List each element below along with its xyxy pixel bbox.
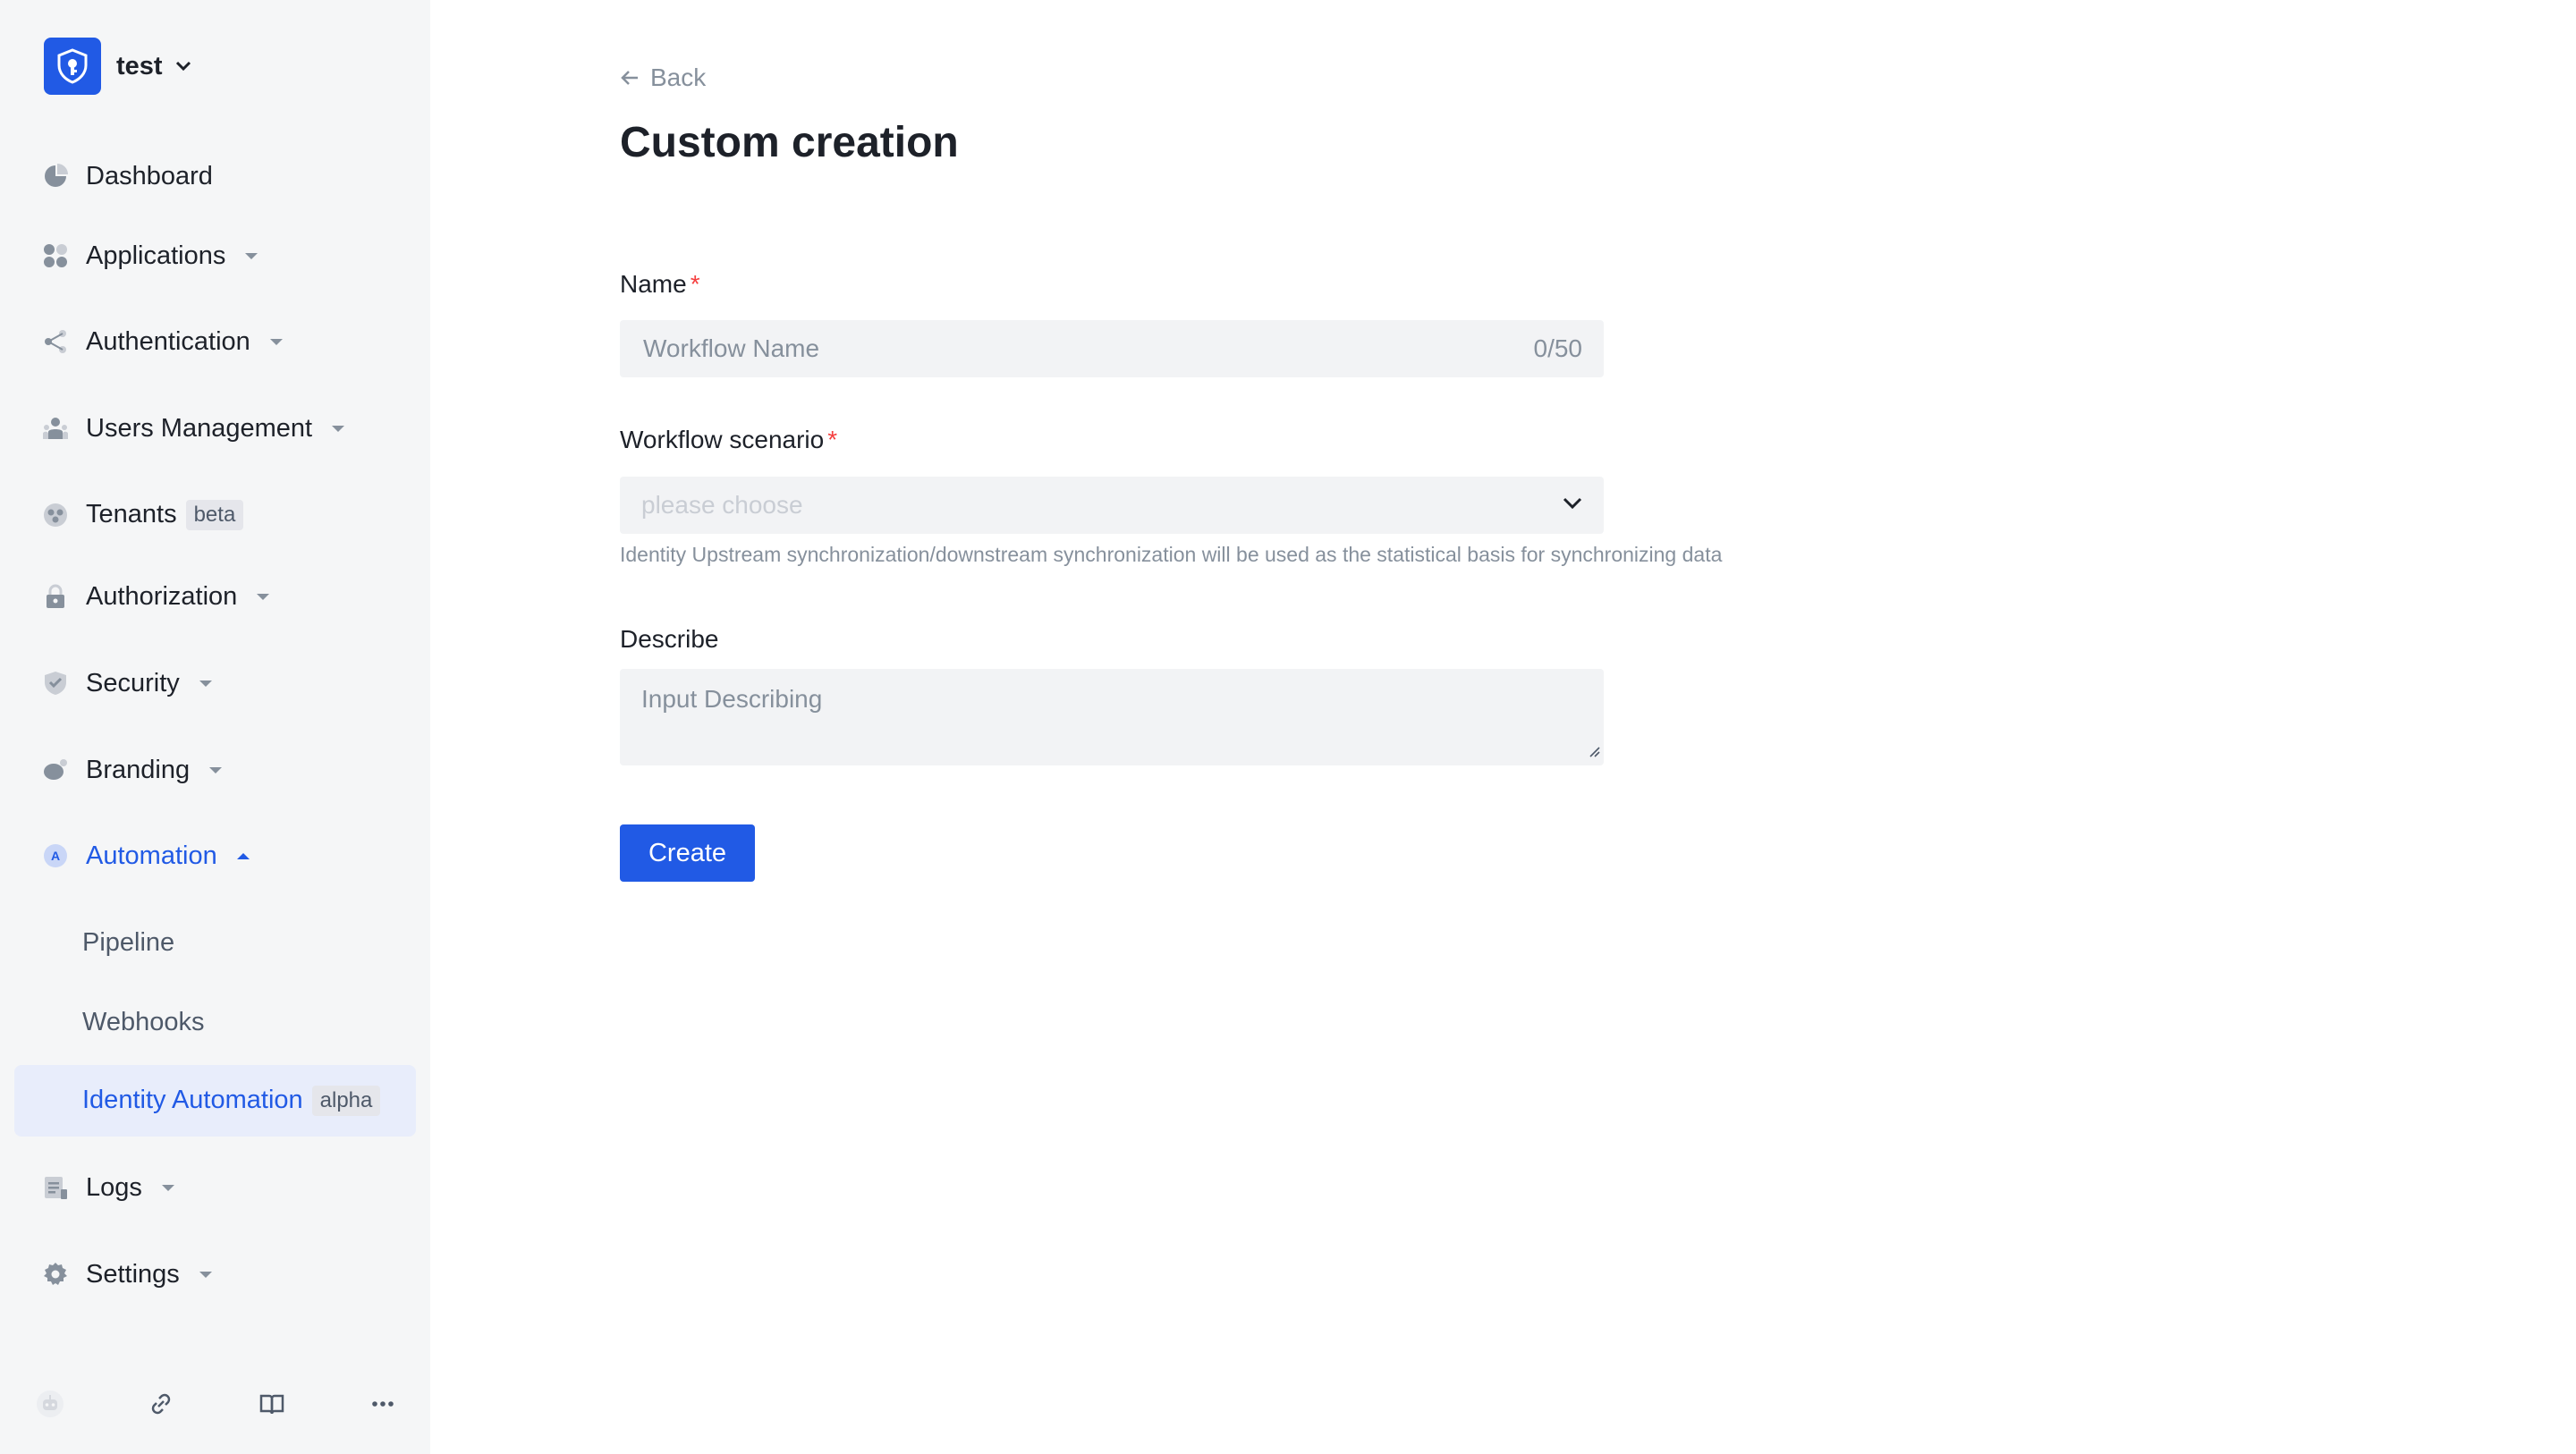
required-mark: * [690, 270, 700, 298]
sidebar-item-label: Pipeline [82, 927, 175, 957]
sidebar-item-label: Authentication [86, 326, 250, 356]
sidebar-item-label: Dashboard [86, 161, 213, 190]
sidebar-item-settings[interactable]: Settings [14, 1238, 416, 1310]
caret-down-icon [161, 1185, 174, 1192]
org-switcher[interactable]: test [44, 38, 191, 95]
scenario-label: Workflow scenario * [620, 426, 837, 454]
alpha-badge: alpha [311, 1086, 381, 1117]
lock-icon [42, 583, 69, 610]
scenario-select[interactable]: please choose [620, 477, 1604, 534]
caret-down-icon [209, 767, 223, 774]
svg-text:A: A [51, 849, 60, 863]
sidebar-item-label: Automation [86, 841, 217, 870]
sidebar-item-label: Tenants [86, 499, 177, 528]
required-mark: * [827, 426, 838, 453]
sidebar-item-label: Users Management [86, 413, 313, 443]
name-char-counter: 0/50 [1533, 334, 1583, 362]
caret-down-icon [199, 1272, 212, 1279]
name-field[interactable]: 0/50 [620, 320, 1604, 377]
sidebar-item-label: Applications [86, 241, 226, 270]
sidebar-item-label: Settings [86, 1259, 180, 1289]
book-icon[interactable] [245, 1377, 299, 1431]
sidebar-item-branding[interactable]: Branding [14, 734, 416, 806]
scenario-hint: Identity Upstream synchronization/downst… [620, 543, 1723, 566]
caret-down-icon [199, 681, 212, 688]
resize-grip-icon[interactable] [1586, 743, 1600, 762]
sidebar-subitem-webhooks[interactable]: Webhooks [14, 986, 416, 1058]
pie-chart-icon [42, 163, 69, 190]
caret-down-icon [257, 594, 270, 601]
caret-down-icon [269, 339, 283, 346]
sidebar-item-dashboard[interactable]: Dashboard [14, 140, 416, 212]
sidebar-item-label: Branding [86, 755, 191, 784]
org-name: test [116, 51, 163, 80]
main-content: Back Custom creation Name* 0/50 Workflow… [430, 0, 2576, 1454]
name-label: Name * [620, 270, 700, 299]
more-icon[interactable] [356, 1377, 410, 1431]
sidebar-item-authorization[interactable]: Authorization [14, 561, 416, 632]
gear-icon [42, 1261, 69, 1288]
org-logo [44, 38, 101, 95]
sidebar-item-tenants[interactable]: Tenants beta [14, 479, 416, 551]
describe-textarea[interactable] [641, 685, 1582, 749]
describe-label: Describe [620, 625, 719, 653]
chevron-down-icon [1563, 497, 1582, 514]
sidebar-item-users-management[interactable]: Users Management [14, 393, 416, 464]
back-label: Back [650, 63, 707, 91]
bot-icon[interactable] [23, 1377, 77, 1431]
scenario-label-text: Workflow scenario [620, 426, 825, 453]
sidebar-item-logs[interactable]: Logs [14, 1152, 416, 1223]
caret-down-icon [332, 426, 345, 433]
create-button[interactable]: Create [620, 824, 755, 882]
shield-logo-icon [57, 48, 88, 84]
describe-field[interactable] [620, 669, 1604, 765]
sidebar-item-automation[interactable]: A Automation [14, 820, 416, 892]
caret-up-icon [236, 853, 250, 860]
page-title: Custom creation [620, 119, 959, 166]
link-icon[interactable] [134, 1377, 188, 1431]
sidebar-item-applications[interactable]: Applications [14, 220, 416, 292]
automation-icon: A [42, 842, 69, 869]
arrow-left-icon [621, 71, 638, 85]
beta-badge: beta [185, 500, 244, 531]
sidebar-subitem-pipeline[interactable]: Pipeline [14, 907, 416, 978]
logs-icon [42, 1174, 69, 1201]
caret-down-icon [245, 253, 258, 260]
sidebar-subitem-identity-automation[interactable]: Identity Automation alpha [14, 1065, 416, 1137]
brush-icon [42, 757, 69, 783]
apps-grid-icon [42, 242, 69, 269]
users-icon [42, 415, 69, 442]
name-input[interactable] [641, 334, 1534, 364]
scenario-select-placeholder: please choose [641, 491, 803, 519]
sidebar-item-authentication[interactable]: Authentication [14, 306, 416, 377]
sidebar: test Dashboard Applications Authenticati… [0, 0, 430, 1454]
tenants-icon [42, 502, 69, 528]
sidebar-item-label: Authorization [86, 581, 238, 611]
sidebar-item-label: Identity Automation [82, 1085, 303, 1114]
sidebar-item-label: Security [86, 668, 180, 697]
sidebar-item-label: Logs [86, 1172, 142, 1202]
share-nodes-icon [42, 328, 69, 355]
sidebar-item-label: Webhooks [82, 1007, 205, 1036]
name-label-text: Name [620, 270, 687, 298]
back-link[interactable]: Back [620, 63, 706, 93]
chevron-down-icon [175, 61, 191, 72]
sidebar-item-security[interactable]: Security [14, 647, 416, 719]
shield-icon [42, 670, 69, 697]
sidebar-footer [0, 1377, 430, 1431]
